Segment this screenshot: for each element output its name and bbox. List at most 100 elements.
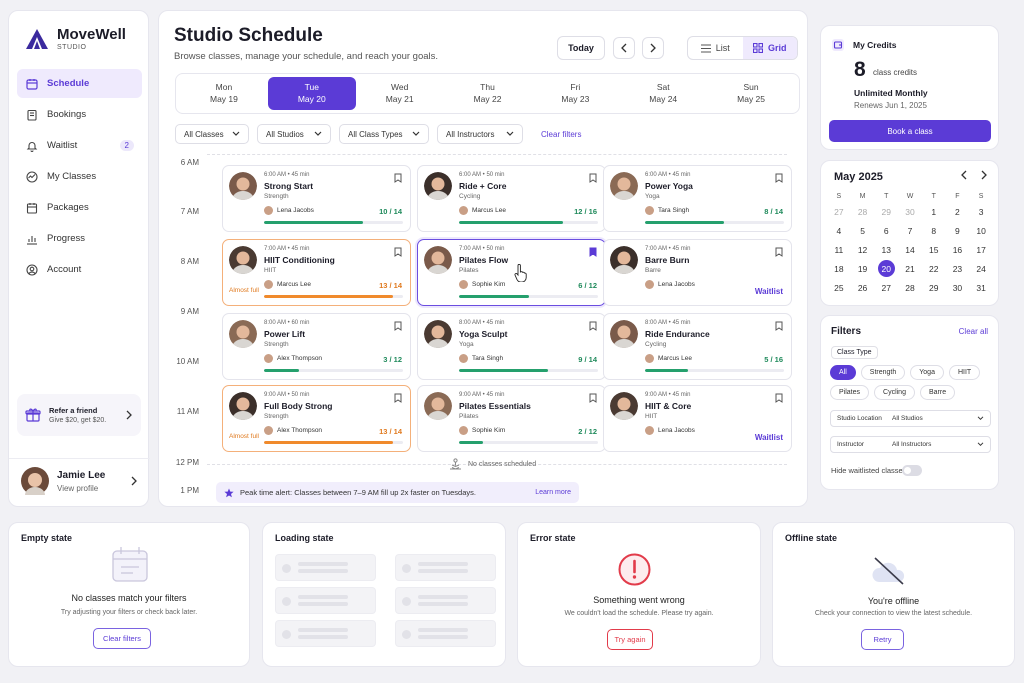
sidebar-item-bookings[interactable]: Bookings — [17, 100, 142, 129]
book-class-button[interactable]: Book a class — [829, 120, 991, 142]
grid-view-button[interactable]: Grid — [742, 37, 797, 59]
chip-yoga[interactable]: Yoga — [910, 365, 944, 380]
calendar-day[interactable]: 14 — [898, 241, 922, 258]
waitlist-link[interactable]: Waitlist — [755, 287, 783, 296]
calendar-day[interactable]: 15 — [922, 241, 946, 258]
calendar-day[interactable]: 8 — [922, 222, 946, 239]
refer-friend-card[interactable]: Refer a friend Give $20, get $20. — [17, 394, 141, 436]
studio-filter-dropdown[interactable]: All Studios — [257, 124, 331, 144]
class-card[interactable]: 7:00 AM • 50 min Pilates Flow Pilates Sophi… — [417, 239, 606, 306]
logo[interactable]: MoveWell STUDIO — [25, 27, 126, 51]
calendar-day[interactable]: 22 — [922, 260, 946, 277]
sidebar-item-account[interactable]: Account — [17, 255, 142, 284]
class-card[interactable]: 8:00 AM • 60 min Power Lift Strength Alex T… — [222, 313, 411, 380]
calendar-day[interactable]: 29 — [874, 203, 898, 220]
calendar-day[interactable]: 2 — [946, 203, 970, 220]
calendar-day-selected[interactable]: 20 — [874, 260, 898, 277]
chip-strength[interactable]: Strength — [860, 365, 906, 380]
calendar-day[interactable]: 23 — [946, 260, 970, 277]
class-card[interactable]: 6:00 AM • 50 min Ride + Core Cycling Marcus… — [417, 165, 606, 232]
waitlist-link[interactable]: Waitlist — [755, 433, 783, 442]
clear-filters-link[interactable]: Clear filters — [541, 130, 581, 139]
calendar-day[interactable]: 25 — [827, 279, 851, 296]
calendar-day[interactable]: 3 — [969, 203, 993, 220]
bookmark-icon[interactable] — [775, 321, 783, 331]
class-type-filter-dropdown[interactable]: All Class Types — [339, 124, 429, 144]
calendar-day[interactable]: 27 — [874, 279, 898, 296]
sidebar-item-schedule[interactable]: Schedule — [17, 69, 142, 98]
bookmark-icon[interactable] — [775, 247, 783, 257]
hide-waitlisted-toggle[interactable] — [902, 465, 922, 476]
chevron-right-icon[interactable] — [980, 170, 988, 180]
day-tab-sat[interactable]: Sat May 24 — [619, 77, 707, 110]
calendar-day[interactable]: 11 — [827, 241, 851, 258]
class-card[interactable]: 7:00 AM • 45 min Barre Burn Barre Lena Jaco… — [603, 239, 792, 306]
bookmark-icon[interactable] — [589, 393, 597, 403]
instructor-filter-dropdown[interactable]: All Instructors — [437, 124, 523, 144]
chip-hiit[interactable]: HIIT — [948, 365, 981, 380]
bookmark-icon[interactable] — [394, 173, 402, 183]
calendar-day[interactable]: 9 — [946, 222, 970, 239]
calendar-day[interactable]: 10 — [969, 222, 993, 239]
calendar-day[interactable]: 17 — [969, 241, 993, 258]
calendar-day[interactable]: 6 — [874, 222, 898, 239]
sidebar-item-packages[interactable]: Packages — [17, 193, 142, 222]
prev-week-button[interactable] — [613, 37, 635, 59]
calendar-day[interactable]: 29 — [922, 279, 946, 296]
bookmark-icon[interactable] — [394, 247, 402, 257]
chip-all[interactable]: All — [830, 365, 856, 380]
class-card[interactable]: 8:00 AM • 45 min Ride Endurance Cycling Mar… — [603, 313, 792, 380]
learn-more-link[interactable]: Learn more — [535, 489, 571, 496]
sidebar-item-waitlist[interactable]: Waitlist 2 — [17, 131, 142, 160]
studio-location-select[interactable]: Studio Location All Studios — [830, 410, 991, 427]
bookmark-icon[interactable] — [589, 247, 597, 257]
calendar-day[interactable]: 16 — [946, 241, 970, 258]
day-tab-wed[interactable]: Wed May 21 — [356, 77, 444, 110]
class-card[interactable]: 8:00 AM • 45 min Yoga Sculpt Yoga Tara Sing… — [417, 313, 606, 380]
class-card[interactable]: 9:00 AM • 45 min Pilates Essentials Pilate… — [417, 385, 606, 452]
calendar-day[interactable]: 27 — [827, 203, 851, 220]
calendar-day[interactable]: 18 — [827, 260, 851, 277]
sidebar-item-my-classes[interactable]: My Classes — [17, 162, 142, 191]
calendar-day[interactable]: 28 — [898, 279, 922, 296]
calendar-day[interactable]: 30 — [898, 203, 922, 220]
chip-barre[interactable]: Barre — [919, 385, 956, 400]
instructor-select[interactable]: Instructor All Instructors — [830, 436, 991, 453]
bookmark-icon[interactable] — [775, 393, 783, 403]
list-view-button[interactable]: List — [688, 37, 743, 59]
calendar-day[interactable]: 13 — [874, 241, 898, 258]
next-week-button[interactable] — [642, 37, 664, 59]
clear-all-link[interactable]: Clear all — [959, 327, 988, 336]
class-filter-dropdown[interactable]: All Classes — [175, 124, 249, 144]
calendar-day[interactable]: 5 — [851, 222, 875, 239]
class-card[interactable]: 9:00 AM • 50 min Full Body Strong Strength… — [222, 385, 411, 452]
day-tab-mon[interactable]: Mon May 19 — [180, 77, 268, 110]
try-again-button[interactable]: Try again — [607, 629, 653, 650]
bookmark-icon[interactable] — [589, 173, 597, 183]
view-profile-link[interactable]: View profile — [57, 484, 105, 493]
class-card[interactable]: 9:00 AM • 45 min HIIT & Core HIIT Lena Jaco… — [603, 385, 792, 452]
class-card[interactable]: 6:00 AM • 45 min Power Yoga Yoga Tara Singh… — [603, 165, 792, 232]
calendar-day[interactable]: 30 — [946, 279, 970, 296]
sidebar-item-progress[interactable]: Progress — [17, 224, 142, 253]
calendar-day[interactable]: 28 — [851, 203, 875, 220]
bookmark-icon[interactable] — [394, 393, 402, 403]
chip-pilates[interactable]: Pilates — [830, 385, 870, 400]
today-button[interactable]: Today — [557, 36, 605, 60]
calendar-day[interactable]: 1 — [922, 203, 946, 220]
chip-cycling[interactable]: Cycling — [874, 385, 915, 400]
calendar-day[interactable]: 31 — [969, 279, 993, 296]
day-tab-thu[interactable]: Thu May 22 — [444, 77, 532, 110]
class-card[interactable]: 6:00 AM • 45 min Strong Start Strength Lena… — [222, 165, 411, 232]
day-tab-fri[interactable]: Fri May 23 — [531, 77, 619, 110]
calendar-day[interactable]: 21 — [898, 260, 922, 277]
calendar-day[interactable]: 24 — [969, 260, 993, 277]
calendar-day[interactable]: 26 — [851, 279, 875, 296]
bookmark-icon[interactable] — [394, 321, 402, 331]
day-tab-sun[interactable]: Sun May 25 — [707, 77, 795, 110]
calendar-day[interactable]: 12 — [851, 241, 875, 258]
day-tab-tue[interactable]: Tue May 20 — [267, 77, 356, 110]
clear-filters-button[interactable]: Clear filters — [93, 628, 151, 649]
calendar-day[interactable]: 19 — [851, 260, 875, 277]
calendar-day[interactable]: 4 — [827, 222, 851, 239]
